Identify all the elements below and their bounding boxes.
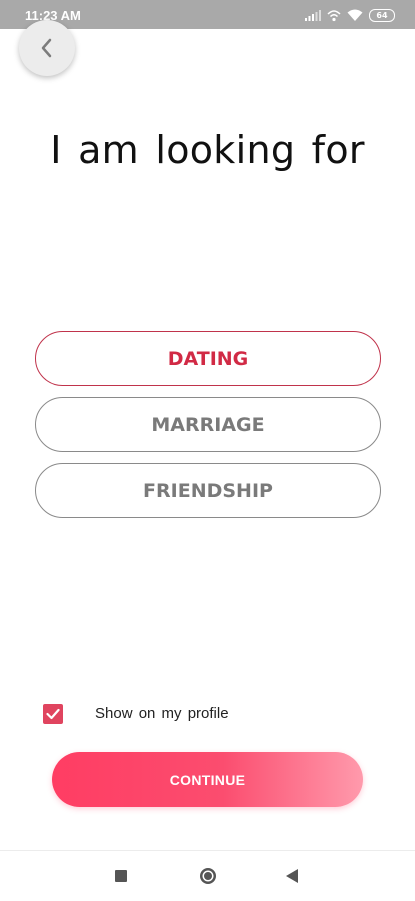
option-dating-button[interactable]: DATING	[35, 331, 381, 386]
chevron-left-icon	[41, 38, 52, 58]
home-circle-icon	[200, 868, 216, 884]
wifi-icon	[347, 9, 363, 21]
show-on-profile-checkbox[interactable]	[43, 704, 63, 724]
home-button[interactable]	[188, 851, 228, 901]
data-icon	[327, 9, 341, 21]
continue-button[interactable]: CONTINUE	[52, 752, 363, 807]
system-back-button[interactable]	[272, 851, 312, 901]
back-triangle-icon	[286, 869, 298, 883]
recents-button[interactable]	[101, 851, 141, 901]
option-marriage-label: MARRIAGE	[151, 413, 265, 436]
option-marriage-button[interactable]: MARRIAGE	[35, 397, 381, 452]
page-title: I am looking for	[50, 128, 365, 172]
recents-square-icon	[115, 870, 127, 882]
signal-icon	[305, 9, 321, 21]
show-on-profile-label: Show on my profile	[95, 705, 229, 722]
status-icons: 64	[305, 7, 395, 23]
show-on-profile-row: Show on my profile	[43, 704, 229, 724]
check-icon	[46, 708, 60, 720]
navigation-bar	[0, 850, 415, 901]
battery-icon: 64	[369, 8, 395, 22]
option-friendship-button[interactable]: FRIENDSHIP	[35, 463, 381, 518]
back-button[interactable]	[19, 20, 75, 76]
option-friendship-label: FRIENDSHIP	[143, 479, 273, 502]
continue-label: CONTINUE	[169, 771, 246, 788]
option-dating-label: DATING	[167, 347, 249, 370]
